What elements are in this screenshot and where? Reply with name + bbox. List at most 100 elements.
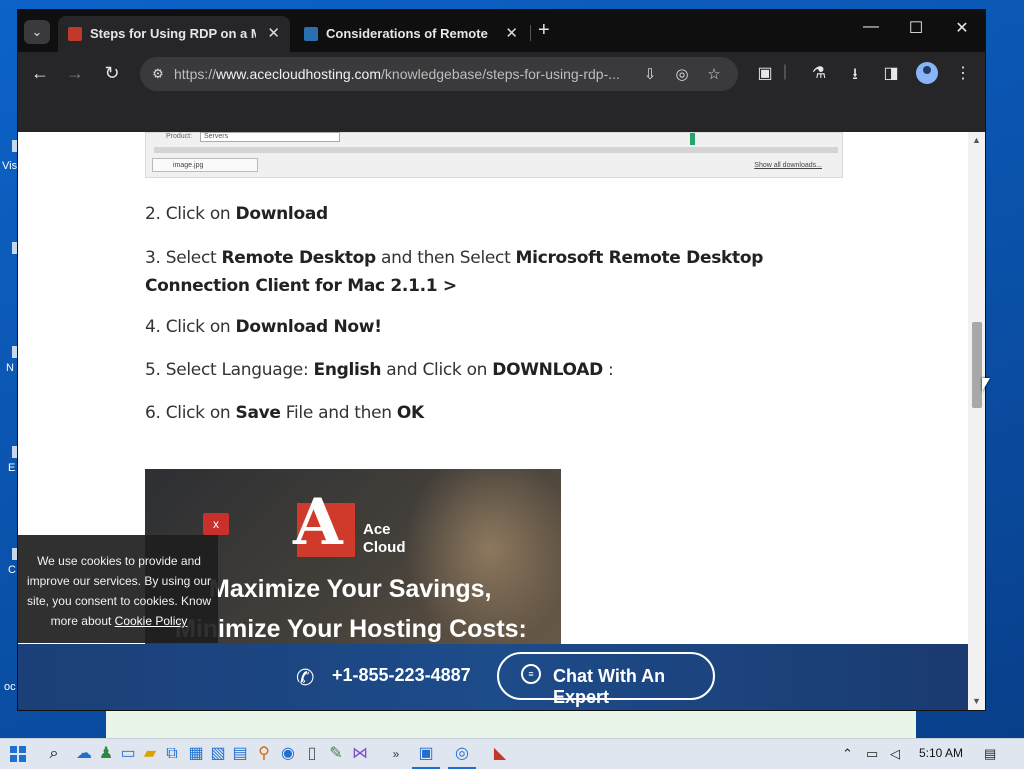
back-button[interactable]: ← xyxy=(28,63,52,84)
web-page-content: Product: Servers image.jpg Show all down… xyxy=(18,132,968,710)
scroll-up-arrow-icon[interactable]: ▲ xyxy=(972,135,981,145)
screenshot-green-mark xyxy=(690,133,695,145)
step-text: : xyxy=(602,360,614,380)
screenshot-show-all-link: Show all downloads... xyxy=(754,162,822,169)
step-text: 6. Click on xyxy=(145,403,236,423)
browser-app-icon[interactable]: ◣ xyxy=(490,744,510,764)
new-tab-button[interactable]: + xyxy=(538,19,550,42)
cookie-policy-link[interactable]: Cookie Policy xyxy=(115,614,188,628)
onedrive-icon[interactable]: ☁ xyxy=(74,744,94,764)
volume-muted-icon[interactable]: ◁ xyxy=(890,746,900,762)
tab-search-button[interactable]: ⌄ xyxy=(24,20,50,44)
user-icon[interactable]: ♟ xyxy=(96,744,116,764)
profile-avatar-icon[interactable] xyxy=(916,62,938,84)
document-icon[interactable]: ▯ xyxy=(302,744,322,764)
remote-desktop-icon[interactable]: ▣ xyxy=(412,744,440,769)
visual-studio-icon[interactable]: ⋈ xyxy=(350,744,370,764)
toolbar-divider: | xyxy=(782,63,788,80)
step-text: and Click on xyxy=(381,360,493,380)
step-text: and then Select xyxy=(375,248,516,268)
desktop-label: E xyxy=(8,462,16,474)
screenshot-product-label: Product: xyxy=(166,133,193,140)
forward-button[interactable]: → xyxy=(63,63,87,84)
desktop-label: C xyxy=(8,564,16,576)
close-window-button[interactable]: ✕ xyxy=(942,18,982,38)
tutorial-screenshot-image: Product: Servers image.jpg Show all down… xyxy=(145,132,843,178)
globe-icon[interactable]: ◉ xyxy=(278,744,298,764)
step-text: 3. Select xyxy=(145,248,222,268)
step-text: 2. Click on xyxy=(145,204,236,224)
tab-title: Steps for Using RDP on a MAC xyxy=(90,26,256,41)
minimize-button[interactable]: — xyxy=(851,18,891,36)
step-bold: DOWNLOAD xyxy=(492,360,603,380)
scroll-down-arrow-icon[interactable]: ▼ xyxy=(972,696,981,706)
step-5: 5. Select Language: English and Click on… xyxy=(145,360,614,380)
database-icon[interactable]: ▤ xyxy=(230,744,250,764)
url-text[interactable]: https://www.acecloudhosting.com/knowledg… xyxy=(174,66,632,82)
image-icon[interactable]: ▧ xyxy=(208,744,228,764)
cookie-close-button[interactable]: x xyxy=(203,513,229,535)
tracking-blocked-icon[interactable]: ◎ xyxy=(672,65,692,83)
taskbar: ⌕ ☁ ♟ ▭ ▰ ⧉ ▦ ▧ ▤ ⚲ ◉ ▯ ✎ ⋈ » ▣ ◎ ◣ ⌃ ▭ … xyxy=(0,738,1024,769)
site-info-icon[interactable]: ⚙ xyxy=(148,64,168,84)
step-2: 2. Click on Download xyxy=(145,204,328,224)
step-bold: Save xyxy=(235,403,281,423)
taskbar-clock[interactable]: 5:10 AM xyxy=(919,746,963,760)
labs-flask-icon[interactable]: ⚗ xyxy=(808,63,830,83)
scrollbar-thumb[interactable] xyxy=(972,322,982,408)
step-text: 5. Select Language: xyxy=(145,360,314,380)
downloads-icon[interactable]: ⭳ xyxy=(844,63,866,90)
desktop-label: Vis xyxy=(2,160,18,172)
banner-headline-2: Minimize Your Hosting Costs: xyxy=(175,615,527,643)
control-panel-icon[interactable]: ▦ xyxy=(186,744,206,764)
screenshot-product-select: Servers xyxy=(200,132,340,142)
page-scrollbar[interactable]: ▲ ▼ xyxy=(968,132,985,710)
url-scheme: https:// xyxy=(174,66,217,82)
address-bar[interactable]: ⚙ https://www.acecloudhosting.com/knowle… xyxy=(140,57,738,91)
mouse-cursor-icon xyxy=(982,378,990,392)
tab-remote-printing[interactable]: Considerations of Remote Prin ✕ xyxy=(294,16,528,52)
tab-strip: ⌄ Steps for Using RDP on a MAC ✕ Conside… xyxy=(18,10,985,52)
notifications-icon[interactable]: ▤ xyxy=(984,746,996,762)
computer-icon[interactable]: ▭ xyxy=(118,744,138,764)
network-status-icon[interactable]: ▭ xyxy=(866,746,878,762)
maximize-button[interactable]: ☐ xyxy=(896,18,936,38)
bookmark-star-icon[interactable]: ☆ xyxy=(704,65,724,83)
step-text: File and then xyxy=(280,403,397,423)
close-tab-icon[interactable]: ✕ xyxy=(267,24,280,42)
phone-number-link[interactable]: +1-855-223-4887 xyxy=(332,665,471,686)
cookie-notice: We use cookies to provide and improve ou… xyxy=(18,535,218,643)
install-app-icon[interactable]: ⇩ xyxy=(640,65,660,83)
step-bold: Remote Desktop xyxy=(221,248,376,268)
overflow-chevron-icon[interactable]: » xyxy=(386,744,406,764)
network-icon[interactable]: ⧉ xyxy=(162,744,182,764)
contact-cta-bar: ✆ +1-855-223-4887 ≡ Chat With An Expert xyxy=(18,644,968,710)
browser-window: ⌄ Steps for Using RDP on a MAC ✕ Conside… xyxy=(18,10,985,710)
screenshot-scrollbar xyxy=(154,147,838,153)
search-icon[interactable]: ⌕ xyxy=(44,744,64,764)
tab-steps-rdp-mac[interactable]: Steps for Using RDP on a MAC ✕ xyxy=(58,16,290,52)
url-host: www.acecloudhosting.com xyxy=(216,66,382,82)
step-text: 4. Click on xyxy=(145,317,236,337)
file-explorer-icon[interactable]: ▰ xyxy=(140,744,160,764)
chat-with-expert-button[interactable]: ≡ Chat With An Expert xyxy=(497,652,715,707)
step-bold: OK xyxy=(396,403,424,423)
background-window[interactable] xyxy=(106,708,916,741)
logo-line-2: Cloud xyxy=(363,539,406,556)
favicon-icon xyxy=(304,27,318,41)
start-windows-icon[interactable] xyxy=(10,746,26,762)
notepad-icon[interactable]: ✎ xyxy=(326,744,346,764)
step-6: 6. Click on Save File and then OK xyxy=(145,403,424,423)
favicon-icon xyxy=(68,27,82,41)
chat-bubble-icon: ≡ xyxy=(521,664,541,684)
close-tab-icon[interactable]: ✕ xyxy=(505,24,518,42)
extensions-icon[interactable]: ▣ xyxy=(754,63,776,83)
menu-kebab-icon[interactable]: ⋮ xyxy=(952,63,974,83)
search-tool-icon[interactable]: ⚲ xyxy=(254,744,274,764)
step-bold: Download Now! xyxy=(235,317,382,337)
side-panel-icon[interactable]: ◨ xyxy=(880,63,902,83)
reload-button[interactable]: ↻ xyxy=(100,63,124,84)
screenshot-download-item: image.jpg xyxy=(152,158,258,172)
chrome-icon[interactable]: ◎ xyxy=(448,744,476,769)
tray-chevron-up-icon[interactable]: ⌃ xyxy=(842,746,853,762)
